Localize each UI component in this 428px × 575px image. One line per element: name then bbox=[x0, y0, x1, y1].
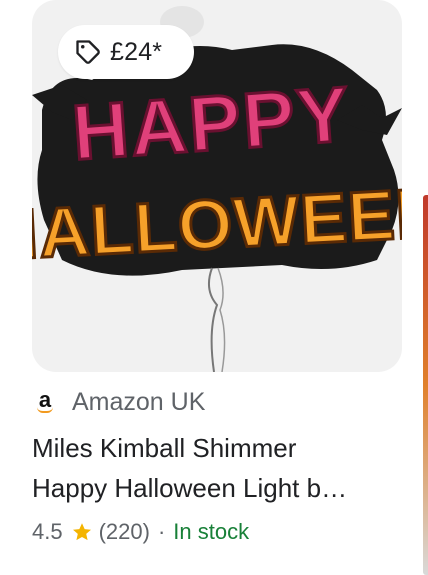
store-name: Amazon UK bbox=[72, 387, 206, 416]
product-card[interactable]: HAPPY HALLOWEEN £24* a Amazon UK Miles K… bbox=[0, 0, 428, 575]
product-title[interactable]: Miles Kimball Shimmer Happy Halloween Li… bbox=[32, 428, 412, 508]
review-count: (220) bbox=[98, 519, 150, 544]
star-icon bbox=[72, 523, 91, 541]
availability-status: In stock bbox=[173, 519, 250, 544]
next-card-edge[interactable] bbox=[423, 195, 428, 575]
separator-dot: · bbox=[157, 519, 166, 544]
product-title-line-2: Happy Halloween Light b… bbox=[32, 473, 348, 503]
rating-row: 4.5 (220) · In stock bbox=[32, 516, 249, 548]
tag-icon bbox=[76, 40, 100, 64]
amazon-logo-icon: a bbox=[32, 389, 58, 415]
price-badge: £24* bbox=[58, 25, 194, 79]
product-title-line-1: Miles Kimball Shimmer bbox=[32, 433, 297, 463]
price-text: £24* bbox=[110, 37, 163, 66]
merchant-row[interactable]: a Amazon UK bbox=[32, 386, 205, 418]
rating-value: 4.5 bbox=[32, 519, 63, 544]
